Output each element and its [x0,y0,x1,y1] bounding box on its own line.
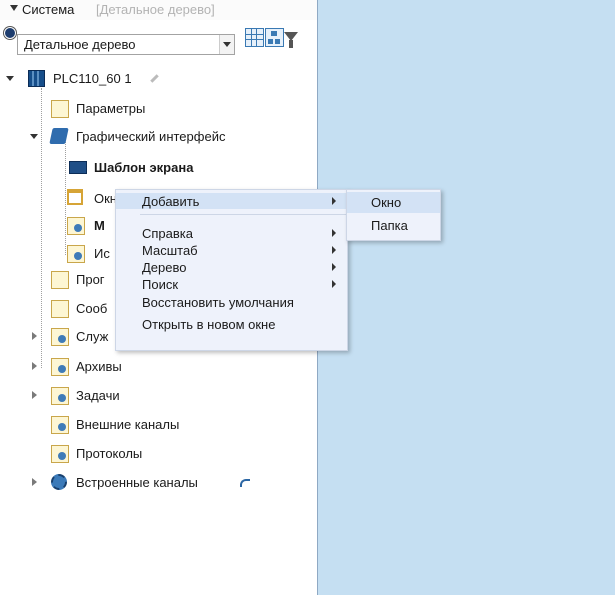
menu-item-label: Добавить [142,194,200,209]
monitor-icon [69,161,87,174]
workspace-panel[interactable] [318,0,615,595]
expand-down-icon[interactable] [6,76,14,81]
tree-item-label: Протоколы [76,446,143,461]
tree-item-builtin-channels[interactable]: Встроенные каналы [0,473,317,491]
expand-right-icon[interactable] [32,478,37,486]
menu-item-restore-defaults[interactable]: Восстановить умолчания [116,294,347,310]
submenu-arrow-icon [332,229,336,237]
menu-item-scale[interactable]: Масштаб [116,242,347,258]
pin-icon[interactable] [150,74,159,83]
tree-item-label: М [94,218,105,233]
menu-item-help[interactable]: Справка [116,225,347,241]
view-select[interactable]: Детальное дерево [17,34,235,55]
menu-item-label: Восстановить умолчания [142,295,294,310]
tree-item-archives[interactable]: Архивы [0,357,317,376]
submenu-item-label: Папка [371,218,408,233]
tree-item-label: Графический интерфейс [76,129,226,144]
tree-item-programs[interactable]: Прог [0,270,115,289]
expand-right-icon[interactable] [32,391,37,399]
menu-item-label: Справка [142,226,193,241]
submenu-arrow-icon [332,280,336,288]
tree-item-label: Внешние каналы [76,417,180,432]
menu-item-label: Дерево [142,260,187,275]
tree-item-label: Служ [76,329,109,344]
protocol-icon [51,445,69,463]
eye-icon[interactable] [4,27,16,39]
tree-item-screen-template[interactable]: Шаблон экрана [0,158,317,176]
tree-view-icon[interactable] [265,28,284,47]
tree-item-tasks[interactable]: Задачи [0,386,317,405]
menu-item-add[interactable]: Добавить [116,193,347,209]
menu-item-label: Поиск [142,277,179,292]
expand-down-icon[interactable] [30,134,38,139]
menu-item-open-new-window[interactable]: Открыть в новом окне [116,316,347,332]
collapse-arrow-icon[interactable] [10,5,18,11]
page-icon [51,271,69,289]
menu-item-tree[interactable]: Дерево [116,259,347,275]
view-select-value: Детальное дерево [24,37,136,52]
config-icon [67,217,85,235]
submenu-item-folder[interactable]: Папка [347,215,440,236]
tree-item-label: Шаблон экрана [94,160,194,175]
tree-item-m[interactable]: М [0,216,115,235]
tasks-icon [51,387,69,405]
tree-item-services[interactable]: Служ [0,327,115,346]
submenu-item-window[interactable]: Окно [347,192,440,213]
tree-item-label: Ис [94,246,110,261]
header-title: Система [22,2,75,17]
submenu-arrow-icon [332,246,336,254]
tree-root-label: PLC110_60 1 [53,71,132,86]
archive-icon [51,358,69,376]
tree-item-label: Сооб [76,301,108,316]
tree-item-label: Параметры [76,101,146,116]
submenu-arrow-icon [332,197,336,205]
tree-item-label: Прог [76,272,105,287]
undo-icon[interactable] [240,479,250,487]
header-hint: [Детальное дерево] [96,2,215,17]
tree-item-parameters[interactable]: Параметры [0,99,317,118]
tree-item-external-channels[interactable]: Внешние каналы [0,415,317,434]
gear-icon [51,474,67,490]
plc-device-icon [28,70,45,87]
config-icon [51,328,69,346]
tree-root[interactable]: PLC110_60 1 [0,69,317,87]
table-view-icon[interactable] [245,28,264,47]
page-icon [51,300,69,318]
window-icon [67,189,83,205]
expand-right-icon[interactable] [32,332,37,340]
expand-right-icon[interactable] [32,362,37,370]
submenu-item-label: Окно [371,195,402,210]
add-submenu: Окно Папка [346,189,441,241]
config-icon [67,245,85,263]
filter-icon[interactable] [284,32,298,48]
menu-item-label: Открыть в новом окне [142,317,276,332]
tree-item-label: Встроенные каналы [76,475,198,490]
menu-item-search[interactable]: Поиск [116,276,347,292]
tree-item-label: Архивы [76,359,122,374]
tree-item-label: Задачи [76,388,120,403]
submenu-arrow-icon [332,263,336,271]
menu-separator [140,214,346,215]
folder-icon [49,128,69,144]
context-menu: Добавить Справка Масштаб Дерево Поиск Во… [115,189,348,351]
tree-header[interactable]: Система [Детальное дерево] [0,0,317,20]
tree-item-messages[interactable]: Сооб [0,299,115,318]
menu-item-label: Масштаб [142,243,198,258]
channel-icon [51,416,69,434]
tree-item-windows[interactable]: Окна [0,189,124,207]
parameters-icon [51,100,69,118]
tree-item-graphic-interface[interactable]: Графический интерфейс [0,127,317,145]
chevron-down-icon[interactable] [219,35,234,54]
tree-item-protocols[interactable]: Протоколы [0,444,317,463]
tree-item-is[interactable]: Ис [0,244,115,263]
